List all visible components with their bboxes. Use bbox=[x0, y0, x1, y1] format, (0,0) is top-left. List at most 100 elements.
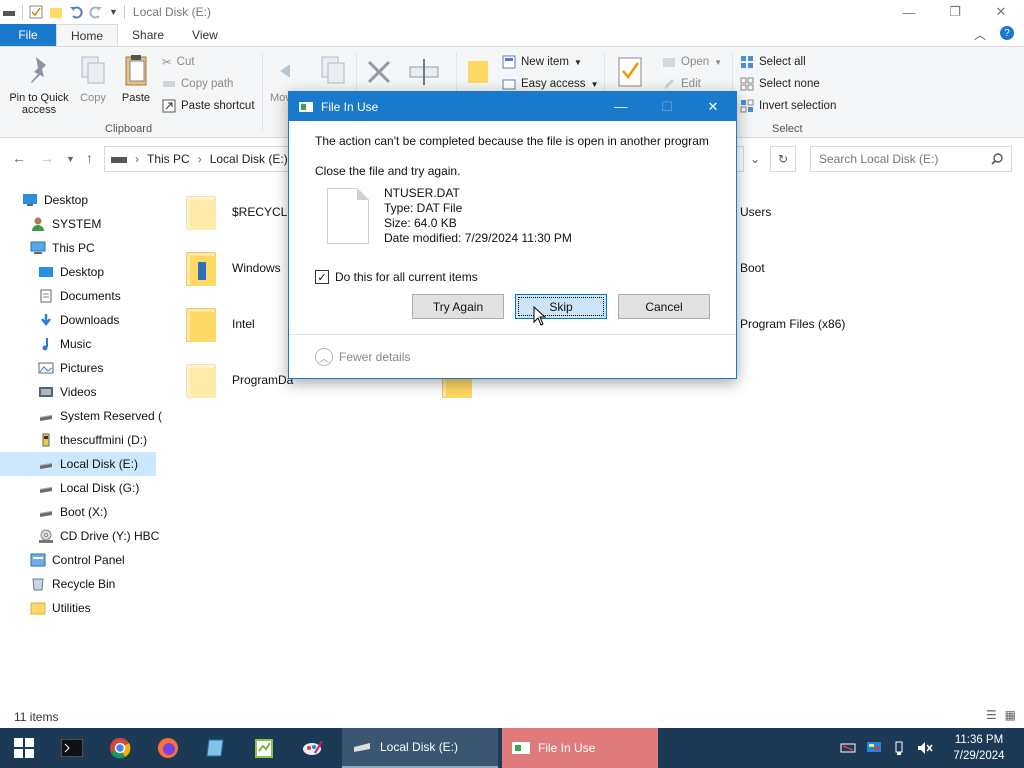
properties-icon[interactable] bbox=[616, 55, 644, 89]
taskbar-notepad[interactable] bbox=[192, 728, 240, 768]
taskbar-notepad-plus[interactable] bbox=[240, 728, 288, 768]
properties-icon[interactable] bbox=[29, 5, 43, 19]
apply-to-all-checkbox[interactable]: ✓ Do this for all current items bbox=[315, 270, 478, 284]
file-item[interactable]: $RECYCLE. bbox=[184, 192, 299, 232]
dialog-minimize-button[interactable]: — bbox=[598, 92, 644, 121]
select-none-button[interactable]: Select none bbox=[740, 77, 820, 91]
taskbar-paint[interactable] bbox=[288, 728, 336, 768]
sidebar-item[interactable]: Music bbox=[38, 332, 91, 356]
file-in-use-dialog: File In Use — ☐ ✕ The action can't be co… bbox=[288, 91, 737, 379]
search-input[interactable]: Search Local Disk (E:) bbox=[810, 146, 1012, 172]
drive-icon bbox=[354, 743, 370, 752]
redo-icon[interactable] bbox=[89, 5, 103, 19]
dropdown-icon: ▼ bbox=[573, 57, 582, 67]
separator bbox=[22, 5, 23, 19]
back-arrow-icon[interactable]: ← bbox=[12, 150, 26, 166]
keyboard-language-icon[interactable] bbox=[840, 740, 856, 756]
taskbar-terminal[interactable] bbox=[48, 728, 96, 768]
paste-shortcut-button[interactable]: Paste shortcut bbox=[162, 99, 255, 113]
cut-button[interactable]: ✂ Cut bbox=[162, 55, 195, 69]
start-button[interactable] bbox=[0, 728, 48, 768]
invert-selection-button[interactable]: Invert selection bbox=[740, 99, 836, 113]
taskbar-task-explorer[interactable]: Local Disk (E:) bbox=[342, 728, 498, 768]
address-dropdown-icon[interactable]: ⌄ bbox=[744, 146, 766, 172]
sidebar-item[interactable]: Boot (X:) bbox=[38, 500, 107, 524]
breadcrumb-this-pc[interactable]: This PC bbox=[147, 152, 190, 166]
copy-path-button[interactable]: Copy path bbox=[162, 77, 233, 91]
sidebar-item[interactable]: System Reserved ( bbox=[38, 404, 162, 428]
sidebar-item[interactable]: CD Drive (Y:) HBC bbox=[38, 524, 159, 548]
ribbon-collapse-icon[interactable]: ︿ bbox=[974, 26, 986, 43]
undo-icon[interactable] bbox=[69, 5, 83, 19]
sidebar-item[interactable]: Downloads bbox=[38, 308, 119, 332]
rename-icon[interactable] bbox=[408, 57, 440, 87]
fewer-details-button[interactable]: ︿ Fewer details bbox=[315, 348, 410, 366]
copy-to-icon[interactable] bbox=[318, 55, 348, 85]
sidebar-item[interactable]: Desktop bbox=[38, 260, 104, 284]
file-in-use-icon bbox=[299, 101, 313, 112]
sidebar-item[interactable]: Local Disk (E:) bbox=[0, 452, 156, 476]
clock[interactable]: 11:36 PM 7/29/2024 bbox=[944, 732, 1014, 764]
new-folder-icon[interactable] bbox=[49, 5, 63, 19]
breadcrumb-local-disk[interactable]: Local Disk (E:) bbox=[210, 152, 288, 166]
sidebar-item[interactable]: Documents bbox=[38, 284, 121, 308]
folder-icon bbox=[184, 360, 218, 400]
desktop-icon bbox=[38, 265, 54, 279]
display-icon[interactable] bbox=[866, 740, 882, 756]
taskbar-task-file-in-use[interactable]: File In Use bbox=[502, 728, 658, 768]
tab-file[interactable]: File bbox=[0, 24, 56, 46]
edit-label: Edit bbox=[681, 78, 701, 90]
up-arrow-icon[interactable]: ↑ bbox=[86, 150, 93, 166]
edit-button[interactable]: Edit bbox=[662, 77, 701, 91]
open-button[interactable]: Open ▼ bbox=[662, 55, 722, 69]
usb-icon[interactable] bbox=[892, 740, 906, 756]
sidebar-item[interactable]: Videos bbox=[38, 380, 96, 404]
tab-home[interactable]: Home bbox=[56, 24, 119, 46]
sidebar-item-label: CD Drive (Y:) HBC bbox=[60, 529, 160, 543]
file-item[interactable]: Intel bbox=[184, 304, 255, 344]
sidebar-item[interactable]: Pictures bbox=[38, 356, 103, 380]
paste-button[interactable]: Paste bbox=[118, 53, 154, 104]
maximize-button[interactable]: ❐ bbox=[932, 0, 978, 24]
notepad-icon bbox=[206, 739, 224, 757]
taskbar-chrome[interactable] bbox=[96, 728, 144, 768]
new-folder-icon[interactable] bbox=[466, 55, 490, 85]
select-all-button[interactable]: Select all bbox=[740, 55, 806, 69]
volume-muted-icon[interactable] bbox=[916, 740, 934, 756]
forward-arrow-icon[interactable]: → bbox=[40, 150, 54, 166]
qat-dropdown-icon[interactable]: ▼ bbox=[109, 7, 118, 17]
sidebar-item[interactable]: Desktop bbox=[22, 188, 88, 212]
sidebar-item[interactable]: Utilities bbox=[30, 596, 91, 620]
tab-view[interactable]: View bbox=[178, 24, 232, 46]
try-again-button[interactable]: Try Again bbox=[412, 294, 504, 319]
tab-share[interactable]: Share bbox=[118, 24, 178, 46]
recent-locations-icon[interactable]: ▼ bbox=[66, 154, 75, 164]
file-item[interactable]: Windows bbox=[184, 248, 281, 288]
delete-icon[interactable] bbox=[364, 57, 394, 87]
folder-icon bbox=[184, 304, 218, 344]
sidebar-item[interactable]: SYSTEM bbox=[30, 212, 101, 236]
easy-access-button[interactable]: Easy access ▼ bbox=[502, 77, 598, 91]
sidebar-item[interactable]: Control Panel bbox=[30, 548, 125, 572]
help-icon[interactable]: ? bbox=[1000, 26, 1014, 40]
minimize-button[interactable]: — bbox=[886, 0, 932, 24]
sidebar-item[interactable]: This PC bbox=[30, 236, 95, 260]
sidebar-item[interactable]: Recycle Bin bbox=[30, 572, 115, 596]
pin-to-quick-access-button[interactable]: Pin to Quick access bbox=[6, 53, 72, 116]
large-icons-view-icon[interactable]: ▦ bbox=[1005, 708, 1016, 722]
refresh-icon[interactable]: ↻ bbox=[770, 146, 796, 172]
sidebar-item[interactable]: Local Disk (G:) bbox=[38, 476, 139, 500]
checkbox-checked-icon[interactable]: ✓ bbox=[315, 270, 329, 284]
dialog-close-button[interactable]: ✕ bbox=[690, 92, 736, 121]
sidebar-item[interactable]: thescuffmini (D:) bbox=[38, 428, 147, 452]
taskbar-firefox[interactable] bbox=[144, 728, 192, 768]
skip-button[interactable]: Skip bbox=[515, 294, 607, 319]
move-to-button[interactable]: Move to bbox=[270, 53, 290, 104]
cancel-button[interactable]: Cancel bbox=[618, 294, 710, 319]
details-view-icon[interactable]: ☰ bbox=[986, 708, 997, 722]
copy-button[interactable]: Copy bbox=[76, 53, 110, 104]
new-item-button[interactable]: New item ▼ bbox=[502, 55, 582, 69]
close-button[interactable]: ✕ bbox=[978, 0, 1024, 24]
dropdown-icon: ▼ bbox=[590, 79, 599, 89]
file-item[interactable]: ProgramDa bbox=[184, 360, 293, 400]
